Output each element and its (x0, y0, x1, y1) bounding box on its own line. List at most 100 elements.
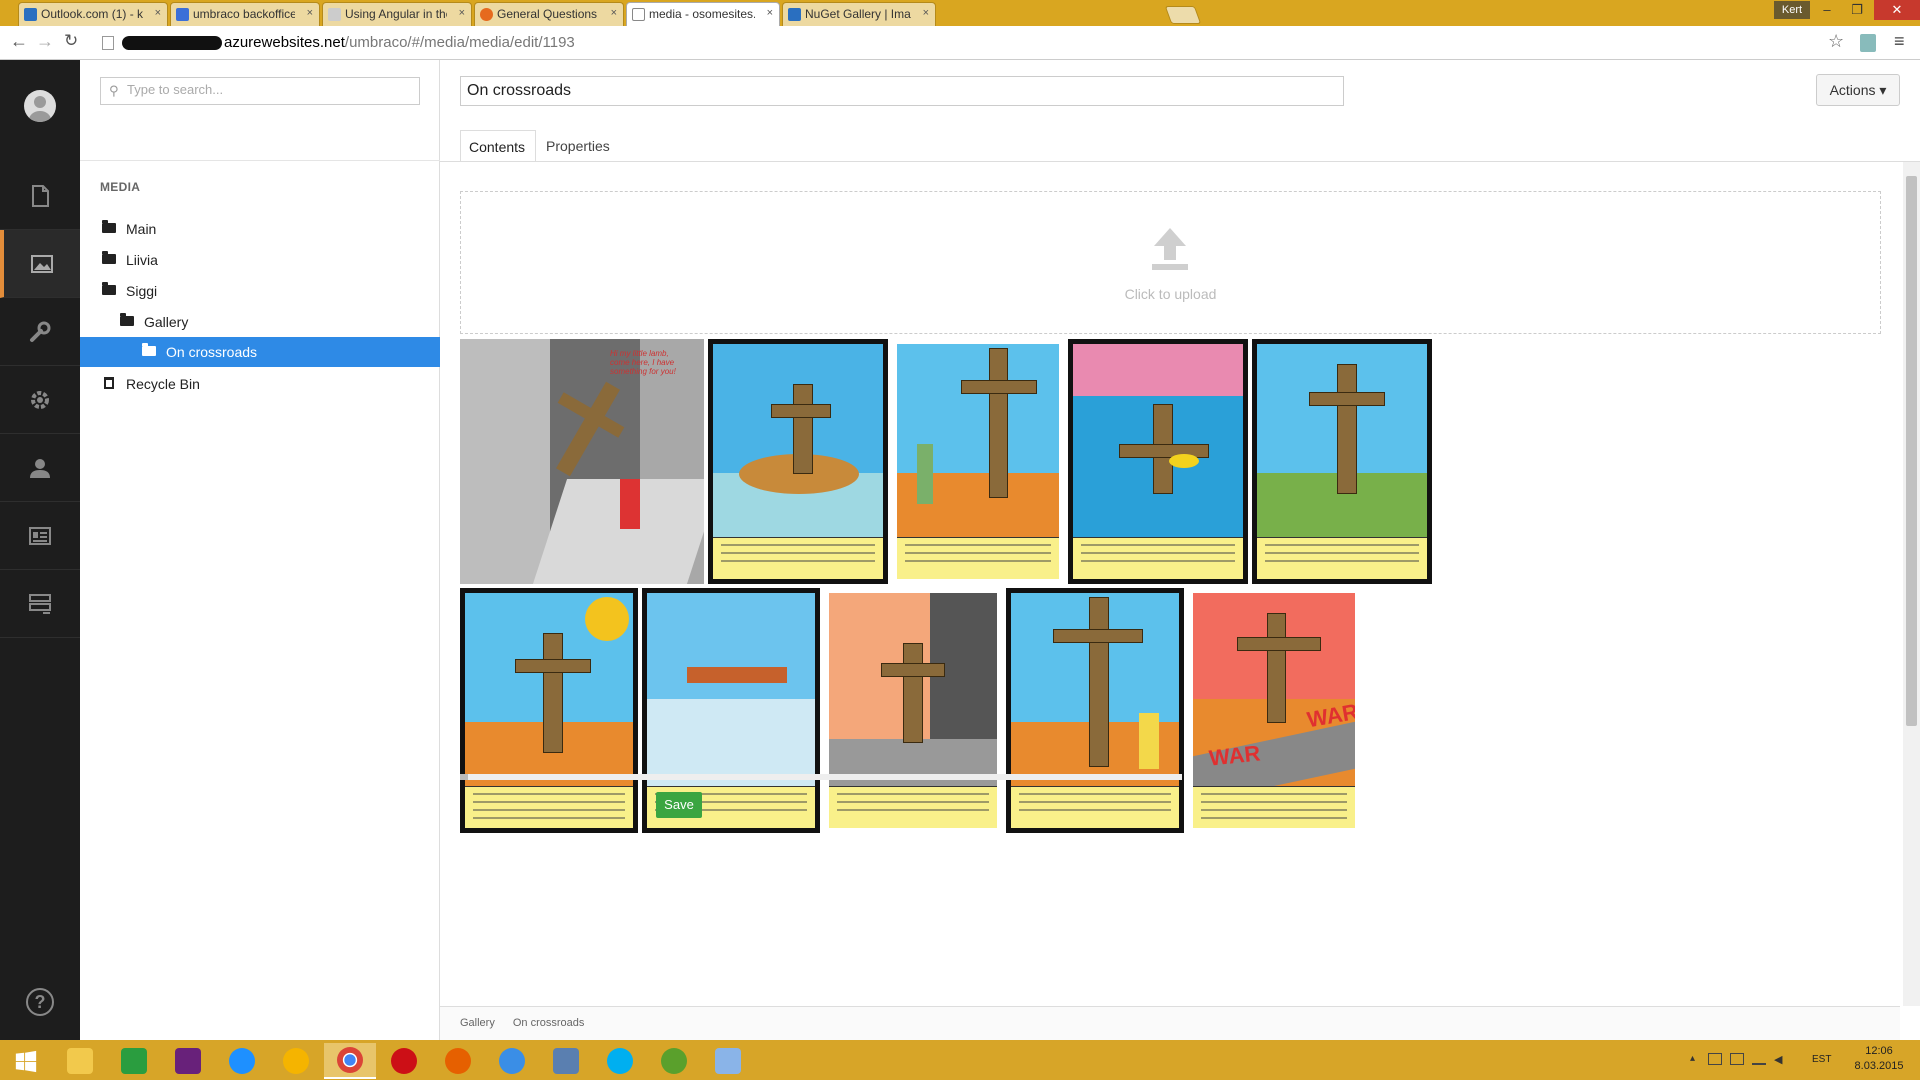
visual-studio-icon[interactable] (162, 1043, 214, 1079)
extension-icon[interactable] (1860, 34, 1876, 52)
gallery-image[interactable] (1006, 588, 1184, 833)
image-cross (989, 348, 1009, 498)
signal-icon[interactable] (1752, 1055, 1766, 1065)
chrome-icon[interactable] (324, 1043, 376, 1079)
gallery-image[interactable] (460, 588, 638, 833)
image-caption (713, 536, 883, 579)
browser-tab[interactable]: NuGet Gallery | ImagePro × (782, 2, 936, 26)
section-media[interactable] (0, 230, 80, 298)
save-button[interactable]: Save (656, 792, 702, 818)
reload-icon[interactable]: ↻ (64, 31, 78, 51)
opera-icon[interactable] (378, 1043, 430, 1079)
input-language[interactable]: EST (1812, 1054, 1831, 1065)
close-icon[interactable]: × (923, 7, 929, 19)
avatar[interactable] (24, 90, 56, 122)
gallery-scrollbar[interactable] (460, 774, 1182, 780)
browser-tab[interactable]: Outlook.com (1) - kert.ka × (18, 2, 168, 26)
tab-properties[interactable]: Properties (538, 130, 618, 162)
browser-tab-active[interactable]: media - osomesites.azure × (626, 2, 780, 26)
section-content[interactable] (0, 162, 80, 230)
nuget-icon (788, 8, 801, 21)
tree-search-input[interactable]: ⚲ Type to search... (100, 77, 420, 105)
trash-icon (104, 377, 114, 390)
image-wall (1073, 344, 1243, 396)
utorrent-icon[interactable] (648, 1043, 700, 1079)
gallery-image[interactable] (708, 339, 888, 584)
tree-node-on-crossroads[interactable]: On crossroads (80, 337, 440, 367)
gallery-image[interactable]: Hi my little lamb, come here, I have som… (460, 339, 704, 584)
chrome-canary-icon[interactable] (270, 1043, 322, 1079)
profile-badge[interactable]: Kert (1774, 1, 1810, 19)
tree-node-main[interactable]: Main (80, 214, 440, 244)
system-tray[interactable]: ▴ ◀ (1690, 1053, 1800, 1067)
section-developer[interactable] (0, 366, 80, 434)
new-tab-button[interactable] (1164, 6, 1202, 24)
close-icon[interactable]: × (155, 7, 161, 19)
gallery-image[interactable] (824, 588, 1002, 833)
section-settings[interactable] (0, 298, 80, 366)
taskbar: ▴ ◀ EST 12:06 8.03.2015 (0, 1040, 1920, 1080)
skype-icon[interactable] (594, 1043, 646, 1079)
gallery-image[interactable] (1068, 339, 1248, 584)
google-icon (176, 8, 189, 21)
close-icon[interactable]: × (767, 7, 773, 19)
firefox-icon[interactable] (432, 1043, 484, 1079)
gallery-image[interactable]: WAR WAR (1188, 588, 1360, 833)
close-window-icon[interactable]: ✕ (1874, 0, 1920, 20)
tree-node-recycle-bin[interactable]: Recycle Bin (80, 369, 440, 399)
scroll-thumb[interactable] (460, 774, 468, 780)
close-icon[interactable]: × (459, 7, 465, 19)
breadcrumb-item[interactable]: On crossroads (513, 1017, 585, 1029)
back-icon[interactable]: ← (10, 31, 28, 52)
store-icon[interactable] (108, 1043, 160, 1079)
section-forms[interactable] (0, 570, 80, 638)
breadcrumb-item[interactable]: Gallery (460, 1017, 495, 1029)
actions-button[interactable]: Actions ▾ (1816, 74, 1900, 106)
browser-tab[interactable]: General Questions - our.u × (474, 2, 624, 26)
tab-title: General Questions - our.u (497, 7, 599, 21)
url-domain: azurewebsites.net (224, 34, 345, 51)
bookmark-star-icon[interactable]: ☆ (1828, 31, 1844, 52)
power-icon[interactable] (1730, 1053, 1744, 1065)
virtualbox-icon[interactable] (702, 1043, 754, 1079)
tree-node-label: Gallery (144, 314, 189, 330)
browser-tab-strip: Outlook.com (1) - kert.ka × umbraco back… (0, 0, 1920, 26)
image-cross-bar (961, 380, 1037, 395)
clock[interactable]: 12:06 8.03.2015 (1844, 1044, 1914, 1074)
file-explorer-icon[interactable] (54, 1043, 106, 1079)
forward-icon[interactable]: → (36, 31, 54, 52)
safari-icon[interactable] (486, 1043, 538, 1079)
browser-tab[interactable]: Using Angular in the back × (322, 2, 472, 26)
gallery-image[interactable] (892, 339, 1064, 584)
user-icon (30, 458, 50, 478)
gallery-image[interactable] (1252, 339, 1432, 584)
restore-icon[interactable]: ❐ (1842, 0, 1872, 20)
tree-divider (80, 160, 440, 161)
section-members[interactable] (0, 502, 80, 570)
tray-chevron-icon[interactable]: ▴ (1690, 1053, 1695, 1064)
menu-icon[interactable]: ≡ (1894, 31, 1905, 52)
tree-node-gallery[interactable]: Gallery (80, 307, 440, 337)
close-icon[interactable]: × (611, 7, 617, 19)
windows-start-icon[interactable] (0, 1043, 52, 1079)
tab-contents[interactable]: Contents (460, 130, 536, 162)
tree-node-label: Liivia (126, 252, 158, 268)
tab-divider (440, 161, 1920, 162)
help-icon[interactable]: ? (26, 988, 54, 1016)
minimize-icon[interactable]: – (1812, 0, 1842, 20)
section-users[interactable] (0, 434, 80, 502)
window-icon[interactable] (540, 1043, 592, 1079)
volume-icon[interactable]: ◀ (1774, 1053, 1782, 1066)
tree-node-siggi[interactable]: Siggi (80, 276, 440, 306)
speech-bubble: Hi my little lamb, come here, I have som… (610, 349, 676, 376)
network-icon[interactable] (1708, 1053, 1722, 1065)
media-name-input[interactable]: On crossroads (460, 76, 1344, 106)
browser-tab[interactable]: umbraco backoffice thum × (170, 2, 320, 26)
page-scrollbar[interactable] (1903, 162, 1920, 1006)
tree-node-liivia[interactable]: Liivia (80, 245, 440, 275)
scroll-thumb[interactable] (1906, 176, 1917, 726)
url-field[interactable]: azurewebsites.net/umbraco/#/media/media/… (94, 30, 1794, 56)
internet-explorer-icon[interactable] (216, 1043, 268, 1079)
upload-dropzone[interactable]: Click to upload (460, 191, 1881, 334)
close-icon[interactable]: × (307, 7, 313, 19)
